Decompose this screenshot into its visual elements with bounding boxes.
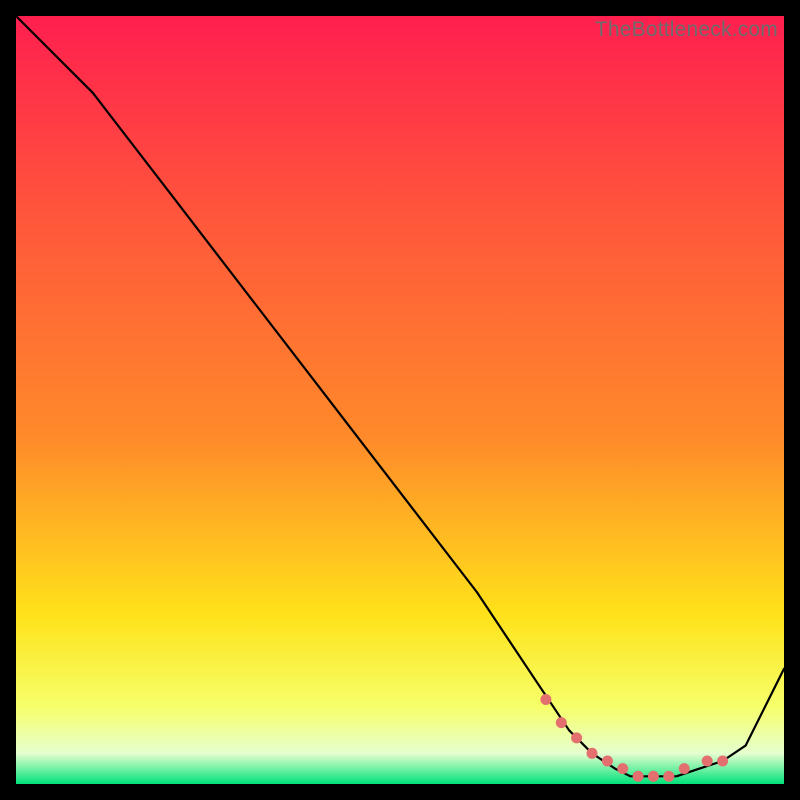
curve-marker bbox=[633, 771, 644, 782]
curve-marker bbox=[556, 717, 567, 728]
watermark-text: TheBottleneck.com bbox=[595, 18, 778, 42]
chart-svg bbox=[16, 16, 784, 784]
gradient-background bbox=[16, 16, 784, 784]
curve-marker bbox=[540, 694, 551, 705]
curve-marker bbox=[571, 732, 582, 743]
curve-marker bbox=[679, 763, 690, 774]
curve-marker bbox=[648, 771, 659, 782]
curve-marker bbox=[663, 771, 674, 782]
curve-marker bbox=[702, 756, 713, 767]
curve-marker bbox=[602, 756, 613, 767]
curve-marker bbox=[717, 756, 728, 767]
curve-marker bbox=[617, 763, 628, 774]
curve-marker bbox=[587, 748, 598, 759]
chart-frame: TheBottleneck.com bbox=[16, 16, 784, 784]
